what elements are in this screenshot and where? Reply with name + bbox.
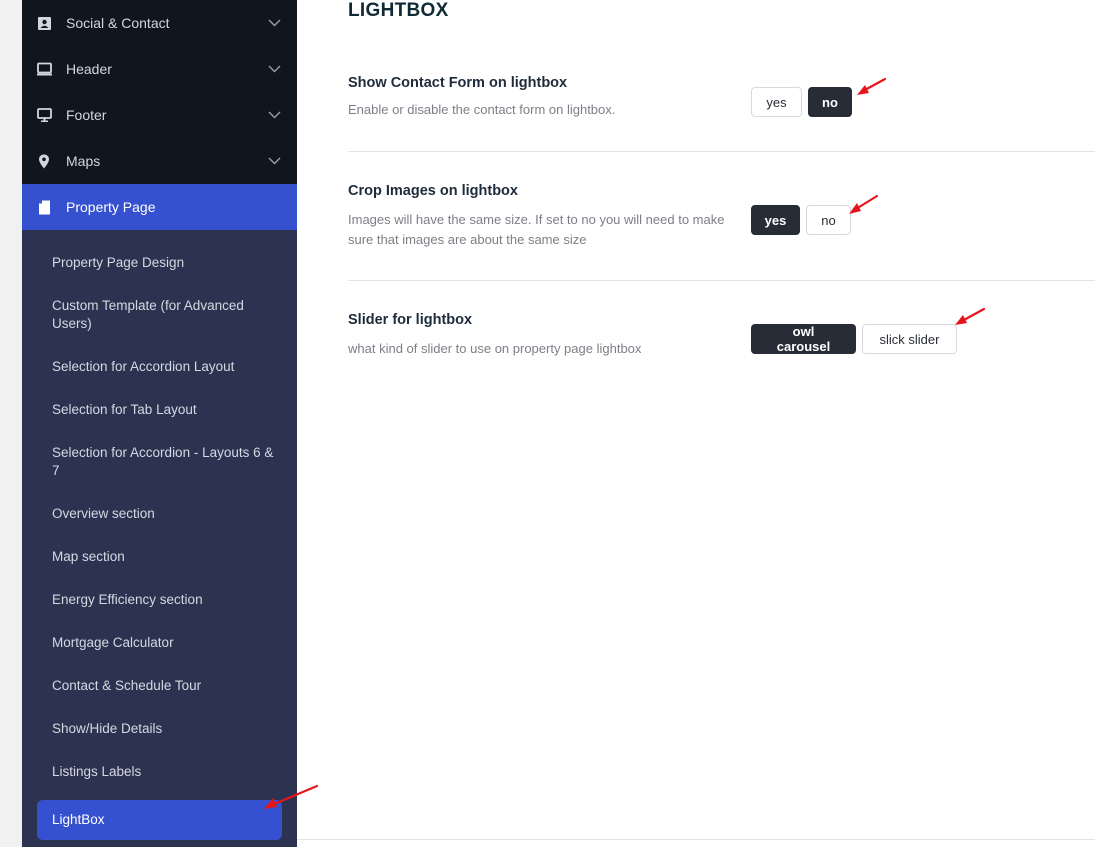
sidebar-item-label: Social & Contact — [66, 15, 170, 31]
slick-slider-button[interactable]: slick slider — [862, 324, 957, 354]
annotation-arrow-icon — [849, 194, 879, 214]
yes-button[interactable]: yes — [751, 87, 802, 117]
submenu-item-lightbox[interactable]: LightBox — [37, 800, 282, 840]
sidebar-submenu: Property Page Design Custom Template (fo… — [22, 230, 297, 840]
sidebar-item-label: Property Page — [66, 199, 156, 215]
main-content: LIGHTBOX Show Contact Form on lightbox E… — [297, 0, 1095, 847]
sidebar-item-footer[interactable]: Footer — [22, 92, 297, 138]
annotation-arrow-icon — [857, 77, 887, 95]
no-button[interactable]: no — [808, 87, 852, 117]
submenu-item[interactable]: Contact & Schedule Tour — [22, 665, 297, 708]
owl-carousel-button[interactable]: owl carousel — [751, 324, 856, 354]
sidebar-item-property-page[interactable]: Property Page — [22, 184, 297, 230]
sidebar-item-label: Header — [66, 61, 112, 77]
option-crop-images: Crop Images on lightbox Images will have… — [348, 152, 1095, 281]
submenu-item[interactable]: Energy Efficiency section — [22, 579, 297, 622]
sidebar-top-menu: Social & Contact Header Footer Maps — [22, 0, 297, 184]
submenu-item[interactable]: Selection for Accordion - Layouts 6 & 7 — [22, 432, 297, 493]
chevron-down-icon[interactable] — [267, 108, 281, 122]
submenu-item[interactable]: Mortgage Calculator — [22, 622, 297, 665]
submenu-item[interactable]: Map section — [22, 536, 297, 579]
submenu-item[interactable]: Overview section — [22, 493, 297, 536]
submenu-item[interactable]: Listings Labels — [22, 751, 297, 794]
submenu-item[interactable]: Show/Hide Details — [22, 708, 297, 751]
toggle-group: yes no — [751, 87, 852, 117]
annotation-arrow-icon — [264, 784, 319, 809]
option-title: Slider for lightbox — [348, 312, 473, 328]
sidebar-item-label: Maps — [66, 153, 101, 169]
contact-card-icon — [36, 15, 52, 31]
submenu-item[interactable]: Custom Template (for Advanced Users) — [22, 285, 297, 346]
option-description: Images will have the same size. If set t… — [348, 212, 725, 247]
option-description: what kind of slider to use on property p… — [348, 341, 642, 356]
desktop-icon — [36, 107, 52, 123]
toggle-group: yes no — [751, 205, 851, 235]
yes-button[interactable]: yes — [751, 205, 800, 235]
option-title: Show Contact Form on lightbox — [348, 75, 568, 91]
left-edge-strip — [0, 0, 22, 847]
content-divider — [297, 839, 1095, 840]
sidebar-item-header[interactable]: Header — [22, 46, 297, 92]
option-slider: Slider for lightbox what kind of slider … — [348, 281, 1095, 401]
option-show-contact-form: Show Contact Form on lightbox Enable or … — [348, 0, 1095, 152]
submenu-item[interactable]: Selection for Tab Layout — [22, 389, 297, 432]
monitor-icon — [36, 61, 52, 77]
no-button[interactable]: no — [806, 205, 851, 235]
annotation-arrow-icon — [955, 307, 986, 325]
chevron-down-icon[interactable] — [267, 62, 281, 76]
sidebar-item-maps[interactable]: Maps — [22, 138, 297, 184]
sidebar-item-social-contact[interactable]: Social & Contact — [22, 0, 297, 46]
option-title: Crop Images on lightbox — [348, 183, 518, 199]
option-description: Enable or disable the contact form on li… — [348, 102, 616, 117]
submenu-item[interactable]: Selection for Accordion Layout — [22, 346, 297, 389]
submenu-item[interactable]: Property Page Design — [22, 242, 297, 285]
chevron-down-icon[interactable] — [267, 154, 281, 168]
map-pin-icon — [36, 153, 52, 169]
toggle-group: owl carousel slick slider — [751, 324, 957, 354]
sidebar: Social & Contact Header Footer Maps Prop… — [22, 0, 297, 847]
chevron-down-icon[interactable] — [267, 16, 281, 30]
sidebar-item-label: Footer — [66, 107, 107, 123]
document-icon — [36, 199, 52, 215]
